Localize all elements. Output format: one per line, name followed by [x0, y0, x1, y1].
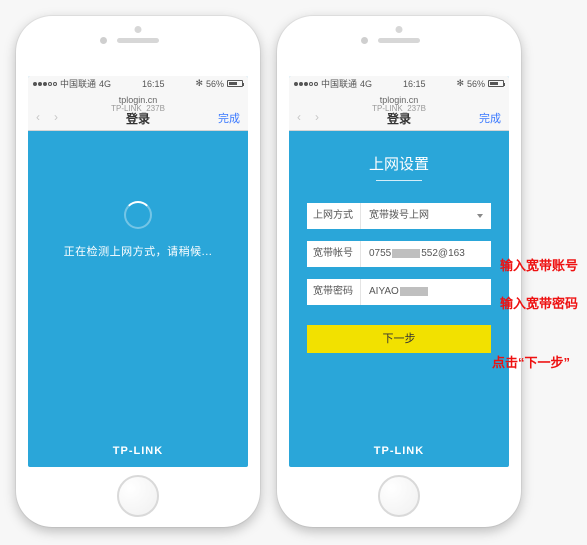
page-title: 登录 [28, 110, 248, 127]
annotation-account: 输入宽带账号 [500, 255, 578, 274]
carrier-label: 中国联通 [60, 77, 96, 90]
home-button[interactable] [378, 475, 420, 517]
connection-mode-select[interactable]: 上网方式 宽带拨号上网 [307, 203, 491, 229]
battery-icon [488, 80, 504, 87]
password-value: AIYAO [361, 279, 491, 305]
browser-nav: ‹ › tplogin.cn TP-LINK_237B 登录 完成 [289, 91, 509, 131]
mode-value: 宽带拨号上网 [361, 203, 491, 229]
next-button[interactable]: 下一步 [307, 325, 491, 353]
annotation-next: 点击“下一步” [492, 352, 570, 371]
brand-logo: TP-LINK [28, 445, 248, 457]
broadband-account-input[interactable]: 宽带帐号 0755552@163 [307, 241, 491, 267]
network-label: 4G [360, 79, 372, 89]
spinner-icon [124, 201, 152, 229]
home-button[interactable] [117, 475, 159, 517]
masked-segment [392, 249, 420, 258]
done-button[interactable]: 完成 [218, 110, 240, 126]
network-label: 4G [99, 79, 111, 89]
battery-percent: 56% [467, 79, 485, 89]
account-label: 宽带帐号 [307, 241, 361, 267]
signal-dots-icon [33, 82, 57, 86]
phone-frame-right: 中国联通 4G 16:15 ✻ 56% ‹ › tplogin.cn TP-LI… [277, 16, 521, 527]
status-bar: 中国联通 4G 16:15 ✻ 56% [28, 76, 248, 91]
password-label: 宽带密码 [307, 279, 361, 305]
brand-logo: TP-LINK [289, 445, 509, 457]
annotation-password: 输入宽带密码 [500, 293, 578, 312]
settings-heading: 上网设置 [289, 153, 509, 174]
account-value: 0755552@163 [361, 241, 491, 267]
heading-underline [376, 180, 422, 181]
screen-right: 中国联通 4G 16:15 ✻ 56% ‹ › tplogin.cn TP-LI… [289, 76, 509, 467]
carrier-label: 中国联通 [321, 77, 357, 90]
clock: 16:15 [403, 79, 426, 89]
screen-left: 中国联通 4G 16:15 ✻ 56% ‹ › tplogin.cn TP-LI… [28, 76, 248, 467]
signal-dots-icon [294, 82, 318, 86]
battery-percent: 56% [206, 79, 224, 89]
phone-frame-left: 中国联通 4G 16:15 ✻ 56% ‹ › tplogin.cn TP-LI… [16, 16, 260, 527]
loading-indicator-icon: ✻ [195, 78, 203, 89]
page-title: 登录 [289, 110, 509, 127]
loading-indicator-icon: ✻ [456, 78, 464, 89]
status-bar: 中国联通 4G 16:15 ✻ 56% [289, 76, 509, 91]
browser-nav: ‹ › tplogin.cn TP-LINK_237B 登录 完成 [28, 91, 248, 131]
loading-text: 正在检测上网方式，请稍候... [28, 243, 248, 259]
done-button[interactable]: 完成 [479, 110, 501, 126]
clock: 16:15 [142, 79, 165, 89]
battery-icon [227, 80, 243, 87]
broadband-password-input[interactable]: 宽带密码 AIYAO [307, 279, 491, 305]
mode-label: 上网方式 [307, 203, 361, 229]
masked-segment [400, 287, 428, 296]
dropdown-caret-icon [477, 214, 483, 218]
